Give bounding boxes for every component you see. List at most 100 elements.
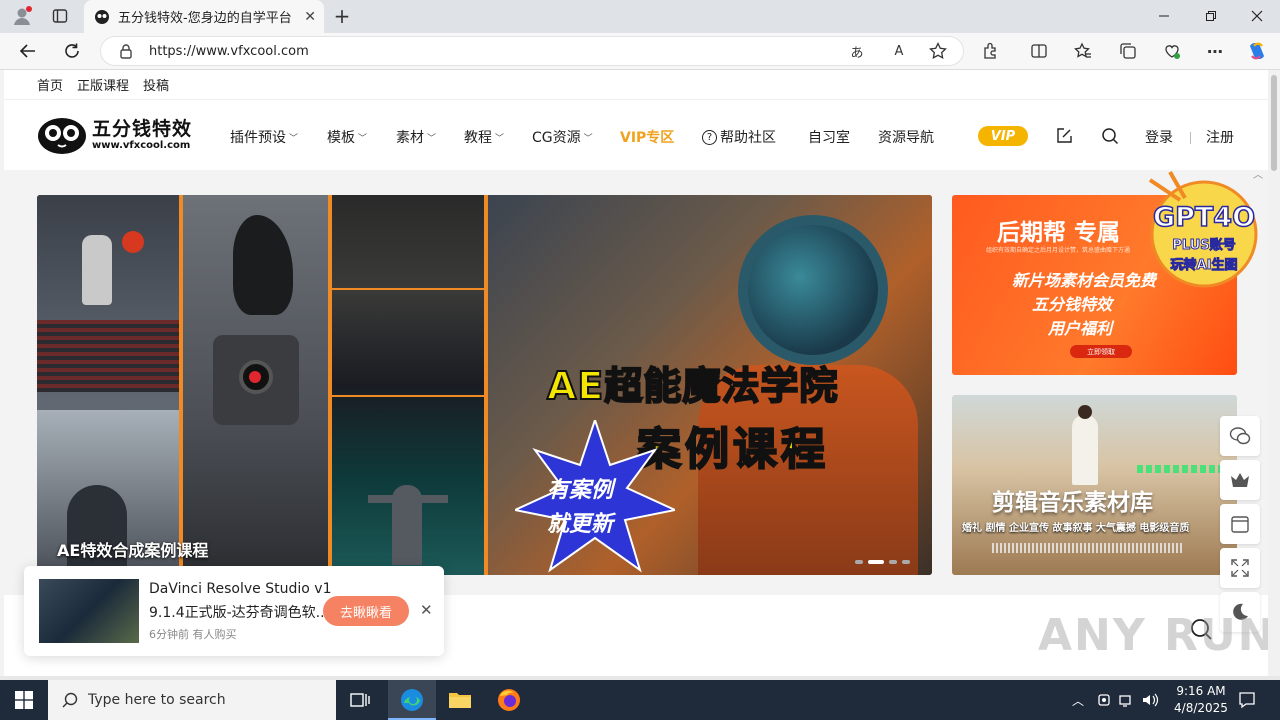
banner-panel-2 xyxy=(183,195,328,575)
volume-icon[interactable] xyxy=(1141,690,1159,710)
tab-actions-icon[interactable] xyxy=(48,5,72,27)
taskbar-search-box[interactable]: Type here to search xyxy=(48,680,336,720)
tab-close-icon[interactable]: ✕ xyxy=(304,9,316,25)
clock-date: 4/8/2025 xyxy=(1174,701,1228,715)
task-view-icon[interactable] xyxy=(346,688,374,712)
taskbar-clock[interactable]: 9:16 AM 4/8/2025 xyxy=(1166,683,1236,717)
anyrun-watermark: ANY RUN xyxy=(1038,610,1268,661)
promo-line2: PLUS账号 xyxy=(1172,238,1236,254)
nav-study-room[interactable]: 自习室 xyxy=(808,127,850,147)
scrollbar-thumb[interactable] xyxy=(1271,75,1277,171)
firefox-icon[interactable] xyxy=(495,686,523,714)
fullscreen-icon[interactable] xyxy=(1220,548,1260,588)
search-icon[interactable] xyxy=(1100,126,1120,146)
extensions-icon[interactable] xyxy=(980,41,1002,61)
split-screen-icon[interactable] xyxy=(1028,41,1050,61)
toast-view-button[interactable]: 去瞅瞅看 xyxy=(323,596,409,626)
edge-browser-icon[interactable] xyxy=(398,687,426,713)
crown-icon[interactable] xyxy=(1220,460,1260,500)
side1-line3: 用户福利 xyxy=(1048,319,1113,338)
login-link[interactable]: 登录 xyxy=(1145,127,1173,147)
tray-device-icon[interactable] xyxy=(1095,690,1113,710)
restore-icon[interactable] xyxy=(1195,4,1227,28)
nav-materials[interactable]: 素材 ﹀ xyxy=(396,127,436,147)
banner-caption: AE特效合成案例课程 xyxy=(57,541,209,560)
address-bar[interactable]: https://www.vfxcool.com xyxy=(100,36,964,66)
minimize-icon[interactable] xyxy=(1148,4,1180,28)
collections-icon[interactable] xyxy=(1117,41,1139,61)
carousel-dot-active[interactable] xyxy=(868,560,884,564)
settings-more-icon[interactable]: ⋯ xyxy=(1204,41,1226,61)
nav-plugins[interactable]: 插件预设 ﹀ xyxy=(230,127,298,147)
nav-resource-navigation[interactable]: 资源导航 xyxy=(878,127,934,147)
close-window-icon[interactable] xyxy=(1241,4,1273,28)
top-links-bar: 首页 正版课程 投稿 xyxy=(4,70,1268,100)
translate-icon[interactable]: あ xyxy=(846,42,868,61)
taskbar-search-icon xyxy=(60,690,80,710)
help-circle-icon: ? xyxy=(702,129,717,145)
profile-avatar-icon[interactable] xyxy=(10,4,34,28)
new-tab-button[interactable]: + xyxy=(330,4,354,28)
carousel-dot[interactable] xyxy=(855,560,863,564)
tab-active[interactable]: 五分钱特效-您身边的自学平台 ✕ xyxy=(84,0,324,33)
carousel-dot[interactable] xyxy=(889,560,897,564)
promo-line1: GPT4O xyxy=(1152,201,1256,234)
vip-badge-button[interactable]: VIP xyxy=(978,126,1028,146)
banner-panel-1 xyxy=(37,195,179,575)
side1-line1: 新片场素材会员免费 xyxy=(1012,271,1157,290)
carousel-dot[interactable] xyxy=(902,560,910,564)
nav-tutorials[interactable]: 教程 ﹀ xyxy=(464,127,504,147)
network-icon[interactable] xyxy=(1118,690,1136,710)
toast-meta: 6分钟前 有人购买 xyxy=(149,628,237,641)
back-icon[interactable] xyxy=(16,40,40,62)
calendar-icon[interactable] xyxy=(1220,504,1260,544)
top-link-submit[interactable]: 投稿 xyxy=(143,75,169,94)
login-divider xyxy=(1190,132,1191,144)
logo-subtext: www.vfxcool.com xyxy=(92,139,191,151)
register-link[interactable]: 注册 xyxy=(1206,127,1234,147)
progress-dashes xyxy=(1137,465,1222,473)
top-link-courses[interactable]: 正版课程 xyxy=(77,75,129,94)
edit-post-icon[interactable] xyxy=(1054,126,1074,146)
toast-title-line1[interactable]: DaVinci Resolve Studio v1 xyxy=(149,581,331,597)
side1-title: 后期帮 专属 xyxy=(997,220,1121,246)
side2-title: 剪辑音乐素材库 xyxy=(992,490,1153,516)
toast-close-icon[interactable]: ✕ xyxy=(420,601,433,619)
favorite-star-icon[interactable] xyxy=(927,41,949,61)
webpage: 首页 正版课程 投稿 五分钱特效 www.vfxcool.com 插件预设 ﹀ 模… xyxy=(4,70,1268,676)
banner-panel-3 xyxy=(332,195,484,575)
toast-title-line2[interactable]: 9.1.4正式版-达芬奇调色软... xyxy=(149,602,329,622)
floating-toolbar xyxy=(1220,416,1264,636)
promo-collapse-icon[interactable]: ︿ xyxy=(1253,166,1263,181)
file-explorer-icon[interactable] xyxy=(446,688,474,712)
nav-templates[interactable]: 模板 ﹀ xyxy=(327,127,367,147)
side-banner-music-library[interactable]: 剪辑音乐素材库 婚礼 剧情 企业宣传 故事叙事 大气震撼 电影级音质 xyxy=(952,395,1237,575)
waveform xyxy=(992,543,1182,553)
gpt-promo-badge[interactable]: GPT4O PLUS账号 玩转AI生图 xyxy=(1140,170,1268,292)
purchase-toast[interactable]: DaVinci Resolve Studio v1 9.1.4正式版-达芬奇调色… xyxy=(24,566,444,656)
clock-time: 9:16 AM xyxy=(1176,684,1226,698)
side2-tags: 婚礼 剧情 企业宣传 故事叙事 大气震撼 电影级音质 xyxy=(962,523,1190,534)
url-text: https://www.vfxcool.com xyxy=(149,43,309,59)
nav-help-community[interactable]: ? 帮助社区 xyxy=(702,127,776,147)
read-aloud-icon[interactable]: A xyxy=(888,42,910,60)
browser-essentials-icon[interactable] xyxy=(1161,41,1183,61)
favorites-icon[interactable] xyxy=(1072,41,1094,61)
toast-thumbnail[interactable] xyxy=(39,579,139,643)
promo-line3: 玩转AI生图 xyxy=(1170,258,1238,274)
notification-center-icon[interactable] xyxy=(1236,688,1258,712)
taskbar-search-text: Type here to search xyxy=(88,692,226,708)
windows-start-icon[interactable] xyxy=(0,680,48,720)
nav-vip-zone[interactable]: VIP专区 xyxy=(620,127,674,147)
top-link-home[interactable]: 首页 xyxy=(37,75,63,94)
nav-cg-resources[interactable]: CG资源 ﹀ xyxy=(532,127,593,147)
lock-icon[interactable] xyxy=(117,42,135,60)
side1-line2: 五分钱特效 xyxy=(1032,295,1113,314)
tray-chevron-up-icon[interactable]: ︿ xyxy=(1070,690,1086,710)
site-logo[interactable]: 五分钱特效 www.vfxcool.com xyxy=(36,114,196,156)
copilot-icon[interactable] xyxy=(1245,39,1269,63)
refresh-icon[interactable] xyxy=(60,40,84,62)
side1-claim-button[interactable]: 立即领取 xyxy=(1070,345,1132,358)
hero-carousel[interactable]: AE超能魔法学院 案例课程 有案例 就更新 AE特效合成案例课程 xyxy=(37,195,932,575)
wechat-icon[interactable] xyxy=(1220,416,1260,456)
